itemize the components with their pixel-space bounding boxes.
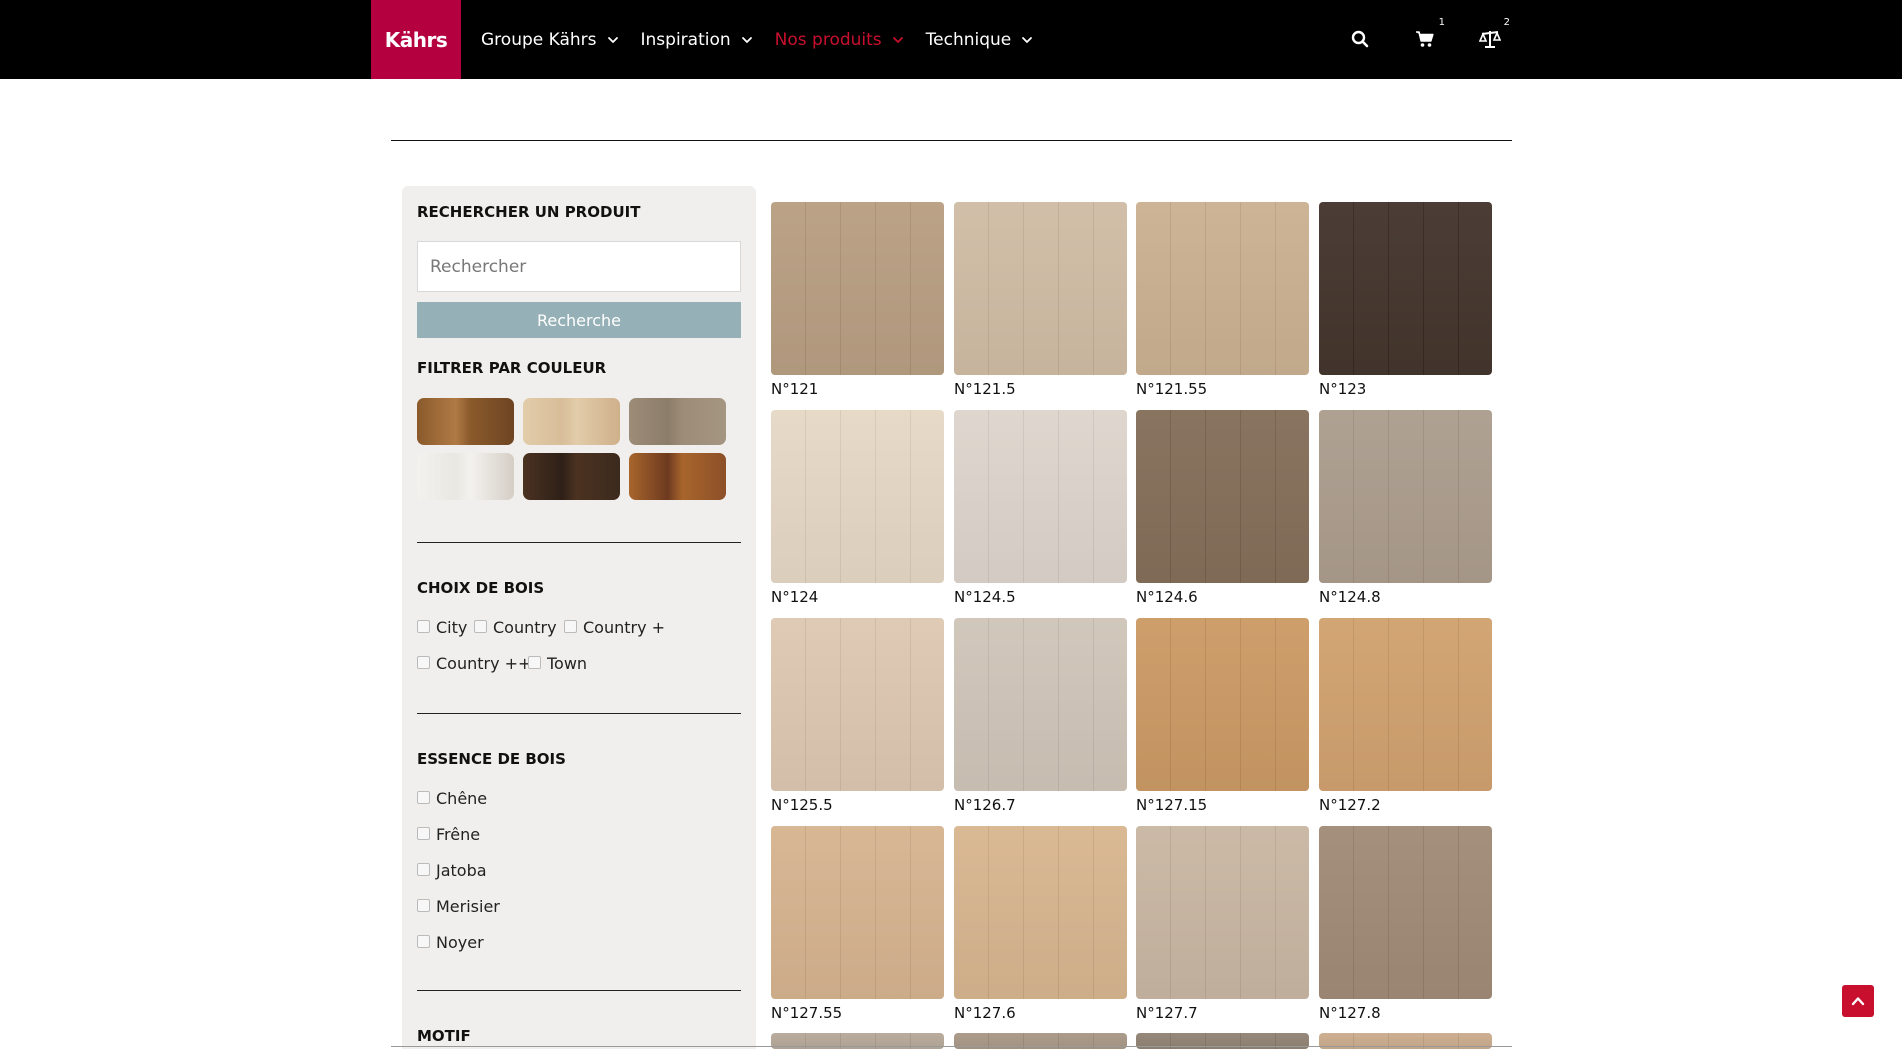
product-tile[interactable]: [1136, 826, 1309, 999]
checkbox-city[interactable]: City: [417, 618, 467, 637]
section-divider: [417, 990, 741, 991]
swatch-white-grey[interactable]: [417, 453, 514, 500]
swatch-light-natural[interactable]: [523, 398, 620, 445]
product-tile[interactable]: [771, 410, 944, 583]
checkbox-chene[interactable]: Chêne: [417, 789, 487, 808]
main-nav: Groupe Kährs Inspiration Nos produits Techn…: [481, 0, 1055, 79]
checkbox-box[interactable]: [417, 827, 430, 840]
checkbox-merisier[interactable]: Merisier: [417, 897, 500, 916]
nav-item-label: Technique: [925, 29, 1012, 50]
compare-count-badge: 2: [1503, 17, 1510, 28]
swatch-red-brown[interactable]: [629, 453, 726, 500]
product-tile[interactable]: [954, 202, 1127, 375]
nav-item[interactable]: Inspiration: [641, 30, 753, 50]
chevron-down-icon: [741, 34, 753, 46]
product-label[interactable]: N°124.5: [954, 588, 1016, 606]
species-heading: ESSENCE DE BOIS: [417, 750, 566, 768]
product-tile[interactable]: [1319, 410, 1492, 583]
product-tile[interactable]: [771, 202, 944, 375]
search-input[interactable]: [417, 241, 741, 292]
checkbox-box[interactable]: [474, 620, 487, 633]
checkbox-box[interactable]: [417, 863, 430, 876]
filter-sidebar: RECHERCHER UN PRODUIT Recherche FILTRER …: [402, 186, 756, 1049]
chevron-up-icon: [1851, 997, 1865, 1006]
nav-item-label: Groupe Kährs: [481, 29, 597, 50]
product-tile[interactable]: [954, 618, 1127, 791]
compare-scale-icon[interactable]: 2: [1476, 17, 1510, 53]
chevron-down-icon: [607, 34, 619, 46]
color-filter-heading: FILTRER PAR COULEUR: [417, 359, 607, 377]
checkbox-country-plus[interactable]: Country +: [564, 618, 665, 637]
product-tile[interactable]: [1319, 202, 1492, 375]
product-tile[interactable]: [954, 410, 1127, 583]
section-divider: [417, 713, 741, 714]
product-tile[interactable]: [1136, 618, 1309, 791]
product-label[interactable]: N°124: [771, 588, 818, 606]
swatch-grey-brown[interactable]: [629, 398, 726, 445]
product-label[interactable]: N°125.5: [771, 796, 833, 814]
product-tile[interactable]: [1319, 826, 1492, 999]
kahrs-logo[interactable]: Kährs: [371, 0, 461, 79]
checkbox-town[interactable]: Town: [528, 654, 587, 673]
nav-item-label: Nos produits: [774, 29, 882, 50]
section-divider: [417, 542, 741, 543]
checkbox-box[interactable]: [417, 656, 430, 669]
product-label[interactable]: N°127.15: [1136, 796, 1207, 814]
product-label[interactable]: N°127.6: [954, 1004, 1016, 1022]
product-label[interactable]: N°127.8: [1319, 1004, 1381, 1022]
product-tile[interactable]: [771, 826, 944, 999]
checkbox-box[interactable]: [528, 656, 541, 669]
checkbox-country[interactable]: Country: [474, 618, 557, 637]
checkbox-box[interactable]: [417, 899, 430, 912]
product-label[interactable]: N°124.6: [1136, 588, 1198, 606]
product-label[interactable]: N°127.2: [1319, 796, 1381, 814]
motif-heading: MOTIF: [417, 1027, 471, 1045]
product-tile[interactable]: [1136, 202, 1309, 375]
checkbox-box[interactable]: [417, 791, 430, 804]
back-to-top-button[interactable]: [1842, 985, 1874, 1017]
product-label[interactable]: N°126.7: [954, 796, 1016, 814]
divider-line: [391, 140, 1512, 141]
nav-item[interactable]: Groupe Kährs: [481, 30, 619, 50]
search-button[interactable]: Recherche: [417, 302, 741, 338]
nav-item-label: Inspiration: [640, 29, 731, 50]
checkbox-frene[interactable]: Frêne: [417, 825, 480, 844]
product-label[interactable]: N°127.55: [771, 1004, 842, 1022]
search-icon[interactable]: [1346, 25, 1374, 53]
nav-item[interactable]: Technique: [926, 30, 1034, 50]
checkbox-noyer[interactable]: Noyer: [417, 933, 484, 952]
product-label[interactable]: N°124.8: [1319, 588, 1381, 606]
checkbox-box[interactable]: [417, 935, 430, 948]
swatch-warm-brown[interactable]: [417, 398, 514, 445]
product-tile[interactable]: [771, 618, 944, 791]
cart-icon[interactable]: 1: [1411, 17, 1445, 53]
logo-text: Kährs: [384, 27, 448, 52]
product-tile[interactable]: [1319, 618, 1492, 791]
product-label[interactable]: N°123: [1319, 380, 1366, 398]
search-heading: RECHERCHER UN PRODUIT: [417, 203, 641, 221]
product-label[interactable]: N°121.5: [954, 380, 1016, 398]
bottom-divider: [391, 1046, 1512, 1047]
cart-count-badge: 1: [1438, 17, 1445, 28]
product-tile[interactable]: [954, 826, 1127, 999]
product-label[interactable]: N°121: [771, 380, 818, 398]
chevron-down-icon: [892, 34, 904, 46]
checkbox-jatoba[interactable]: Jatoba: [417, 861, 487, 880]
nav-item[interactable]: Nos produits: [775, 30, 904, 50]
checkbox-box[interactable]: [417, 620, 430, 633]
swatch-dark-brown[interactable]: [523, 453, 620, 500]
checkbox-box[interactable]: [564, 620, 577, 633]
grade-heading: CHOIX DE BOIS: [417, 579, 545, 597]
product-label[interactable]: N°127.7: [1136, 1004, 1198, 1022]
checkbox-country-plus-plus[interactable]: Country ++: [417, 654, 531, 673]
chevron-down-icon: [1021, 34, 1033, 46]
product-tile[interactable]: [1136, 410, 1309, 583]
product-label[interactable]: N°121.55: [1136, 380, 1207, 398]
top-navigation-bar: Kährs Groupe Kährs Inspiration Nos produit…: [0, 0, 1902, 79]
